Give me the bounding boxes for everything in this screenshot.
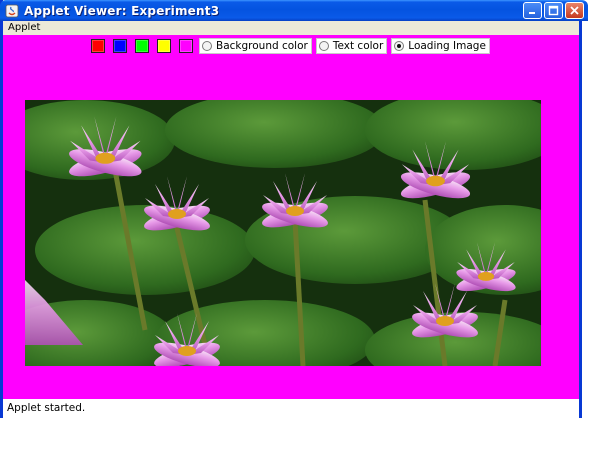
control-row: Background color Text color Loading Imag…	[91, 38, 494, 54]
status-text: Applet started.	[7, 402, 86, 414]
menu-applet[interactable]: Applet	[8, 22, 40, 33]
option-loading-image[interactable]: Loading Image	[391, 38, 490, 54]
applet-panel: Background color Text color Loading Imag…	[3, 35, 579, 399]
swatch-yellow[interactable]	[157, 39, 171, 53]
option-background-color[interactable]: Background color	[199, 38, 312, 54]
menu-bar: Applet	[3, 21, 579, 35]
radio-checked-icon[interactable]	[394, 41, 405, 51]
close-icon	[570, 6, 579, 15]
water-lily-image	[25, 100, 541, 366]
swatch-green[interactable]	[135, 39, 149, 53]
option-text-color[interactable]: Text color	[315, 38, 388, 54]
swatch-red[interactable]	[91, 39, 105, 53]
minimize-button[interactable]	[523, 2, 542, 19]
status-bar: Applet started.	[3, 399, 579, 418]
java-app-icon	[5, 4, 19, 18]
option-label: Text color	[332, 40, 384, 52]
minimize-icon	[529, 12, 535, 14]
option-label: Loading Image	[408, 40, 486, 52]
maximize-button[interactable]	[544, 2, 563, 19]
swatch-blue[interactable]	[113, 39, 127, 53]
option-label: Background color	[216, 40, 308, 52]
maximize-icon	[548, 5, 559, 16]
title-bar[interactable]: Applet Viewer: Experiment3	[0, 0, 588, 21]
radio-unchecked-icon[interactable]	[318, 41, 329, 51]
applet-viewer-window: Applet Viewer: Experiment3 Applet Backgr…	[0, 0, 588, 418]
window-title: Applet Viewer: Experiment3	[24, 3, 220, 18]
radio-unchecked-icon[interactable]	[202, 41, 212, 51]
swatch-magenta[interactable]	[179, 39, 193, 53]
close-button[interactable]	[565, 2, 584, 19]
